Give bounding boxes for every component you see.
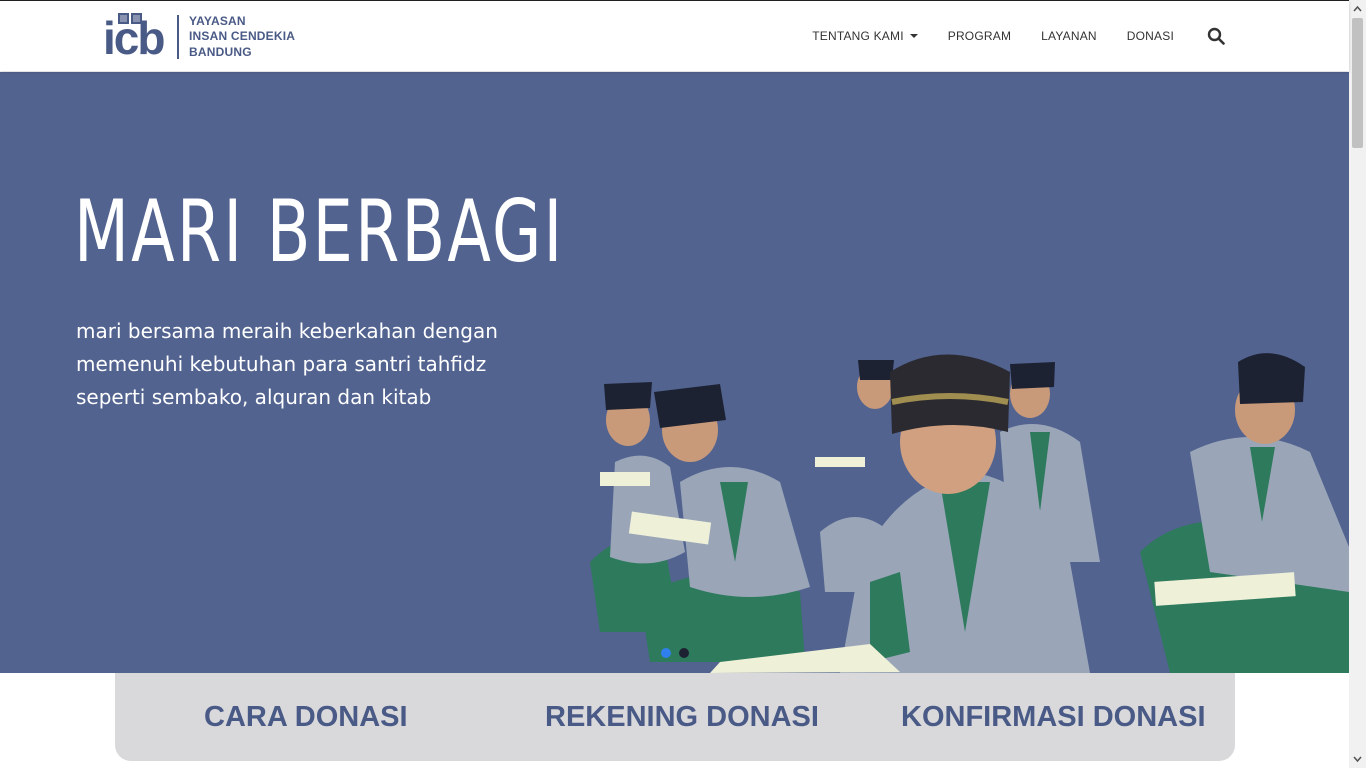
slider-dot[interactable] [679, 648, 689, 658]
scrollbar-thumb[interactable] [1352, 18, 1363, 148]
logo-line-2: INSAN CENDEKIA [189, 29, 296, 44]
logo-line-1: YAYASAN [189, 13, 246, 28]
rekening-donasi-link[interactable]: REKENING DONASI [545, 701, 819, 734]
caret-down-icon [909, 34, 918, 38]
logo-text: YAYASAN INSAN CENDEKIA BANDUNG [189, 14, 295, 61]
konfirmasi-donasi-link[interactable]: KONFIRMASI DONASI [901, 701, 1206, 734]
nav-item-label: TENTANG KAMI [812, 29, 904, 43]
hero-title: MARI BERBAGI [74, 182, 565, 282]
cara-donasi-link[interactable]: CARA DONASI [204, 701, 408, 734]
hero-slider: MARI BERBAGI mari bersama meraih keberka… [0, 72, 1349, 673]
donation-bar: CARA DONASI REKENING DONASI KONFIRMASI D… [115, 673, 1235, 761]
navbar: icb YAYASAN INSAN CENDEKIA BANDUNG TENTA… [0, 1, 1349, 71]
main-nav: TENTANG KAMI PROGRAM LAYANAN DONASI [782, 1, 1225, 71]
logo-line-3: BANDUNG [189, 44, 252, 59]
scroll-up-arrow-icon[interactable] [1353, 5, 1362, 14]
site-logo[interactable]: icb YAYASAN INSAN CENDEKIA BANDUNG [103, 11, 295, 63]
search-icon[interactable] [1207, 27, 1225, 45]
slider-dots [661, 648, 697, 658]
logo-mark: icb [103, 11, 169, 63]
hero-subtitle-line: mari bersama meraih keberkahan dengan [76, 319, 498, 343]
nav-item-program[interactable]: PROGRAM [948, 29, 1011, 43]
hero-subtitle-line: memenuhi kebutuhan para santri tahfidz [76, 352, 487, 376]
hero-subtitle-line: seperti sembako, alquran dan kitab [76, 385, 432, 409]
nav-item-donasi[interactable]: DONASI [1127, 29, 1174, 43]
page-scrollbar[interactable] [1349, 0, 1366, 768]
nav-item-tentang-kami[interactable]: TENTANG KAMI [812, 29, 918, 43]
logo-divider [177, 15, 179, 59]
nav-item-layanan[interactable]: LAYANAN [1041, 29, 1097, 43]
slider-dot[interactable] [661, 648, 671, 658]
hero-subtitle: mari bersama meraih keberkahan dengan me… [76, 315, 556, 414]
logo-letters: icb [103, 12, 165, 64]
scroll-down-arrow-icon[interactable] [1353, 754, 1362, 763]
students-reading-image [590, 353, 1349, 673]
